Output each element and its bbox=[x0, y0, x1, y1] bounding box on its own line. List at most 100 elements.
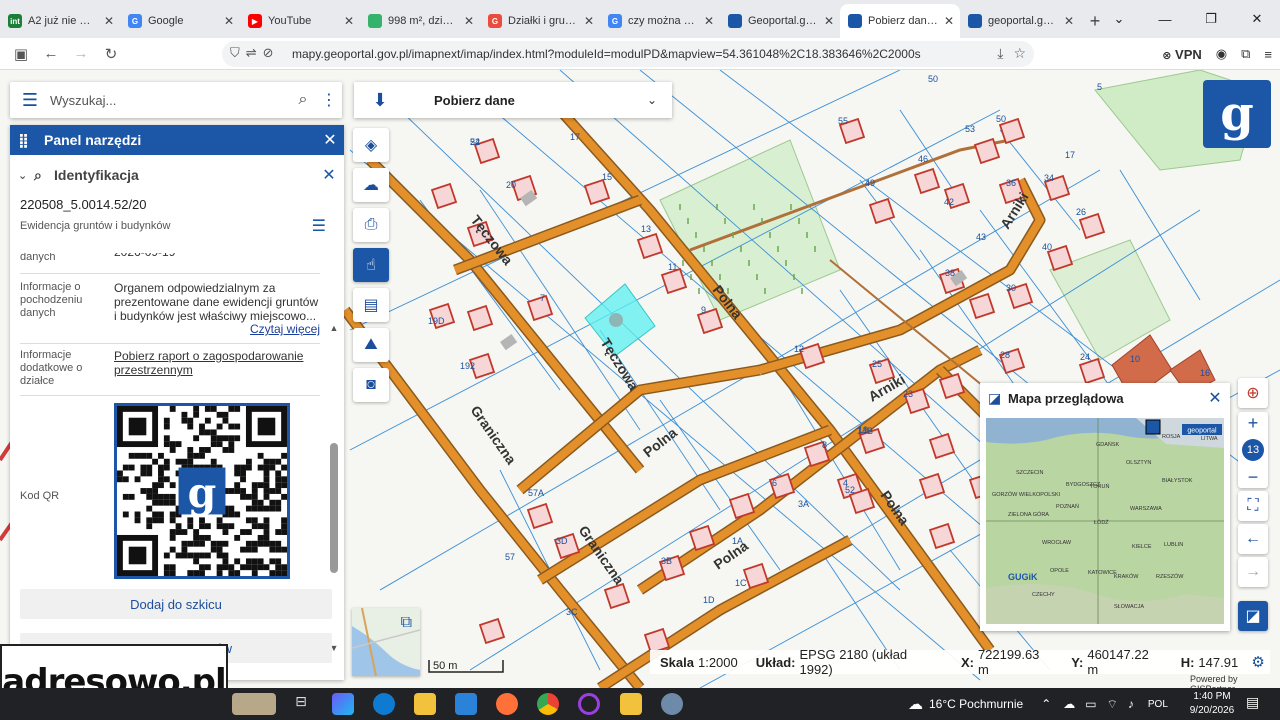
chevron-down-icon[interactable]: ⌄ bbox=[632, 93, 672, 107]
map-view[interactable]: 22 20 15 17 13 11 9 7 19D 192 12 25 23 19 17 14B 8 6 4 3A 1A… bbox=[0, 70, 1280, 688]
opera-icon[interactable] bbox=[578, 693, 600, 715]
workspaces-icon[interactable]: ▣ bbox=[6, 40, 36, 68]
browser-tab[interactable]: int A2 już nie ma. El ✕ bbox=[0, 4, 120, 38]
tab-close-icon[interactable]: ✕ bbox=[1064, 14, 1074, 28]
browser-tab[interactable]: ▶ YouTube ✕ bbox=[240, 4, 360, 38]
file-explorer-icon[interactable] bbox=[414, 693, 436, 715]
close-icon[interactable]: ✕ bbox=[316, 130, 344, 150]
external-link-icon[interactable]: ⧉ bbox=[401, 614, 412, 632]
zoom-out-button[interactable]: − bbox=[1238, 466, 1268, 488]
overview-city-label: WROCŁAW bbox=[1042, 540, 1072, 546]
firefox-icon[interactable] bbox=[496, 693, 518, 715]
next-view-button[interactable]: → bbox=[1238, 557, 1268, 587]
settings-gear-icon[interactable]: ⚙ bbox=[1246, 653, 1270, 671]
browser-tab[interactable]: Pobierz dane - C ✕ bbox=[840, 4, 960, 38]
tray-chevron-icon[interactable]: ⌃ bbox=[1041, 697, 1051, 711]
geoportal-logo[interactable]: g bbox=[1203, 80, 1271, 148]
search-input[interactable]: Wyszukaj... bbox=[50, 93, 290, 108]
tab-close-icon[interactable]: ✕ bbox=[104, 14, 114, 28]
report-link[interactable]: Pobierz raport o zagospodarowanie przest… bbox=[114, 349, 320, 377]
copilot-icon[interactable] bbox=[332, 693, 354, 715]
browser-tab[interactable]: geoportal.gov.pl ✕ bbox=[960, 4, 1080, 38]
overview-map[interactable]: GDAŃSK OLSZTYN SZCZECIN BYDGOSZCZ TORUŃ BIAŁY… bbox=[986, 418, 1224, 624]
cloud-data-button[interactable]: ☁ bbox=[353, 168, 389, 202]
tab-close-icon[interactable]: ✕ bbox=[344, 14, 354, 28]
shield-icon[interactable]: ⛉ bbox=[230, 45, 240, 61]
fullscreen-button[interactable]: ⛶ bbox=[1238, 491, 1268, 521]
close-overview-icon[interactable]: ✕ bbox=[1200, 388, 1230, 408]
house-number: 10 bbox=[1130, 354, 1140, 364]
mail-icon[interactable] bbox=[455, 693, 477, 715]
qr-module bbox=[128, 493, 135, 500]
reload-button[interactable]: ↻ bbox=[96, 40, 126, 68]
scroll-thumb[interactable] bbox=[330, 443, 338, 573]
browser-tab[interactable]: Gczy można wyko ✕ bbox=[600, 4, 720, 38]
tab-close-icon[interactable]: ✕ bbox=[704, 14, 714, 28]
tray-sound-icon[interactable]: ♪ bbox=[1128, 697, 1134, 711]
maximize-button[interactable]: ❐ bbox=[1188, 0, 1234, 38]
download-data-dropdown[interactable]: ⬇ Pobierz dane ⌄ bbox=[354, 82, 672, 118]
back-button[interactable]: ← bbox=[36, 40, 66, 68]
browser-tab[interactable]: G Google ✕ bbox=[120, 4, 240, 38]
notifications-icon[interactable]: ▤ bbox=[1246, 694, 1259, 711]
tracking-icon[interactable]: ⊘ bbox=[263, 45, 274, 61]
tab-close-icon[interactable]: ✕ bbox=[824, 14, 834, 28]
qr-module bbox=[275, 482, 282, 489]
folder-icon[interactable] bbox=[620, 693, 642, 715]
menu-icon[interactable]: ≡ bbox=[1264, 47, 1272, 62]
search-icon[interactable]: ⌕ bbox=[290, 91, 316, 109]
crs-value[interactable]: EPSG 2180 (układ 1992) bbox=[799, 647, 942, 677]
chevron-down-icon[interactable]: ⌄ bbox=[18, 169, 34, 182]
close-window-button[interactable]: ✕ bbox=[1234, 0, 1280, 38]
url-field[interactable]: ⛉ ⇌ ⊘ mapy.geoportal.gov.pl/imapnext/ima… bbox=[222, 41, 1034, 67]
tab-close-icon[interactable]: ✕ bbox=[224, 14, 234, 28]
forward-button[interactable]: → bbox=[66, 40, 96, 68]
browser-tab[interactable]: G Działki i grunty ✕ bbox=[480, 4, 600, 38]
scale-value[interactable]: 1:2000 bbox=[698, 655, 738, 670]
tray-wifi-icon[interactable]: ⌔ bbox=[1107, 697, 1118, 712]
clock[interactable]: 1:40 PM 9/20/2026 bbox=[1186, 690, 1238, 718]
task-view-icon[interactable]: ⊟ bbox=[290, 693, 312, 715]
identify-button[interactable]: ☝ bbox=[353, 248, 389, 282]
scroll-up-icon[interactable]: ▲ bbox=[328, 323, 340, 333]
identification-header[interactable]: ⌄ ⌕ Identyfikacja ✕ bbox=[10, 155, 344, 195]
list-menu-icon[interactable]: ☰ bbox=[312, 216, 326, 236]
weather-icon[interactable]: ☁ bbox=[908, 695, 923, 713]
read-more-link[interactable]: Czytaj więcej bbox=[250, 322, 320, 336]
tray-network-icon[interactable]: ▭ bbox=[1085, 697, 1096, 711]
zoom-in-button[interactable]: + bbox=[1238, 412, 1268, 434]
extensions-icon[interactable]: ⧉ bbox=[1241, 46, 1250, 62]
locate-button[interactable]: ⊕ bbox=[1238, 378, 1268, 408]
wallpaper-thumbnail[interactable] bbox=[232, 693, 276, 715]
clipboard-button[interactable]: ▤ bbox=[353, 288, 389, 322]
tab-list-button[interactable]: ⌄ bbox=[1096, 0, 1142, 38]
minimize-button[interactable]: — bbox=[1142, 0, 1188, 38]
browser-tab[interactable]: Geoportal.gov.pl ✕ bbox=[720, 4, 840, 38]
terrain-button[interactable]: ⛰ bbox=[353, 328, 389, 362]
edge-icon[interactable] bbox=[373, 693, 395, 715]
browser-tab[interactable]: 998 m², działka ✕ bbox=[360, 4, 480, 38]
previous-view-button[interactable]: ← bbox=[1238, 524, 1268, 554]
screenshot-button[interactable]: ◙ bbox=[353, 368, 389, 402]
more-vertical-icon[interactable]: ⋮ bbox=[316, 90, 342, 110]
account-icon[interactable]: ◉ bbox=[1216, 46, 1227, 62]
chrome-icon[interactable] bbox=[537, 693, 559, 715]
tab-close-icon[interactable]: ✕ bbox=[584, 14, 594, 28]
weather-text[interactable]: 16°C Pochmurnie bbox=[929, 697, 1023, 711]
hamburger-menu-icon[interactable]: ☰ bbox=[10, 90, 50, 111]
print-button[interactable]: ⎙ bbox=[353, 208, 389, 242]
tray-cloud-icon[interactable]: ☁ bbox=[1063, 697, 1075, 711]
app-icon[interactable] bbox=[661, 693, 683, 715]
basemap-switcher[interactable]: ⧉ bbox=[352, 608, 420, 676]
bookmark-star-icon[interactable]: ☆ bbox=[1013, 45, 1026, 62]
language-indicator[interactable]: POL bbox=[1148, 699, 1168, 710]
tab-close-icon[interactable]: ✕ bbox=[944, 14, 954, 28]
download-page-icon[interactable]: ⤓ bbox=[997, 45, 1003, 62]
tab-close-icon[interactable]: ✕ bbox=[464, 14, 474, 28]
add-to-sketch-button[interactable]: Dodaj do szkicu bbox=[20, 589, 332, 619]
permissions-icon[interactable]: ⇌ bbox=[246, 45, 257, 61]
overview-toggle-button[interactable]: ◪ bbox=[1238, 601, 1268, 631]
vpn-button[interactable]: ⊗ VPN bbox=[1162, 47, 1202, 62]
layers-button[interactable]: ◈ bbox=[353, 128, 389, 162]
close-identification-icon[interactable]: ✕ bbox=[314, 165, 344, 185]
